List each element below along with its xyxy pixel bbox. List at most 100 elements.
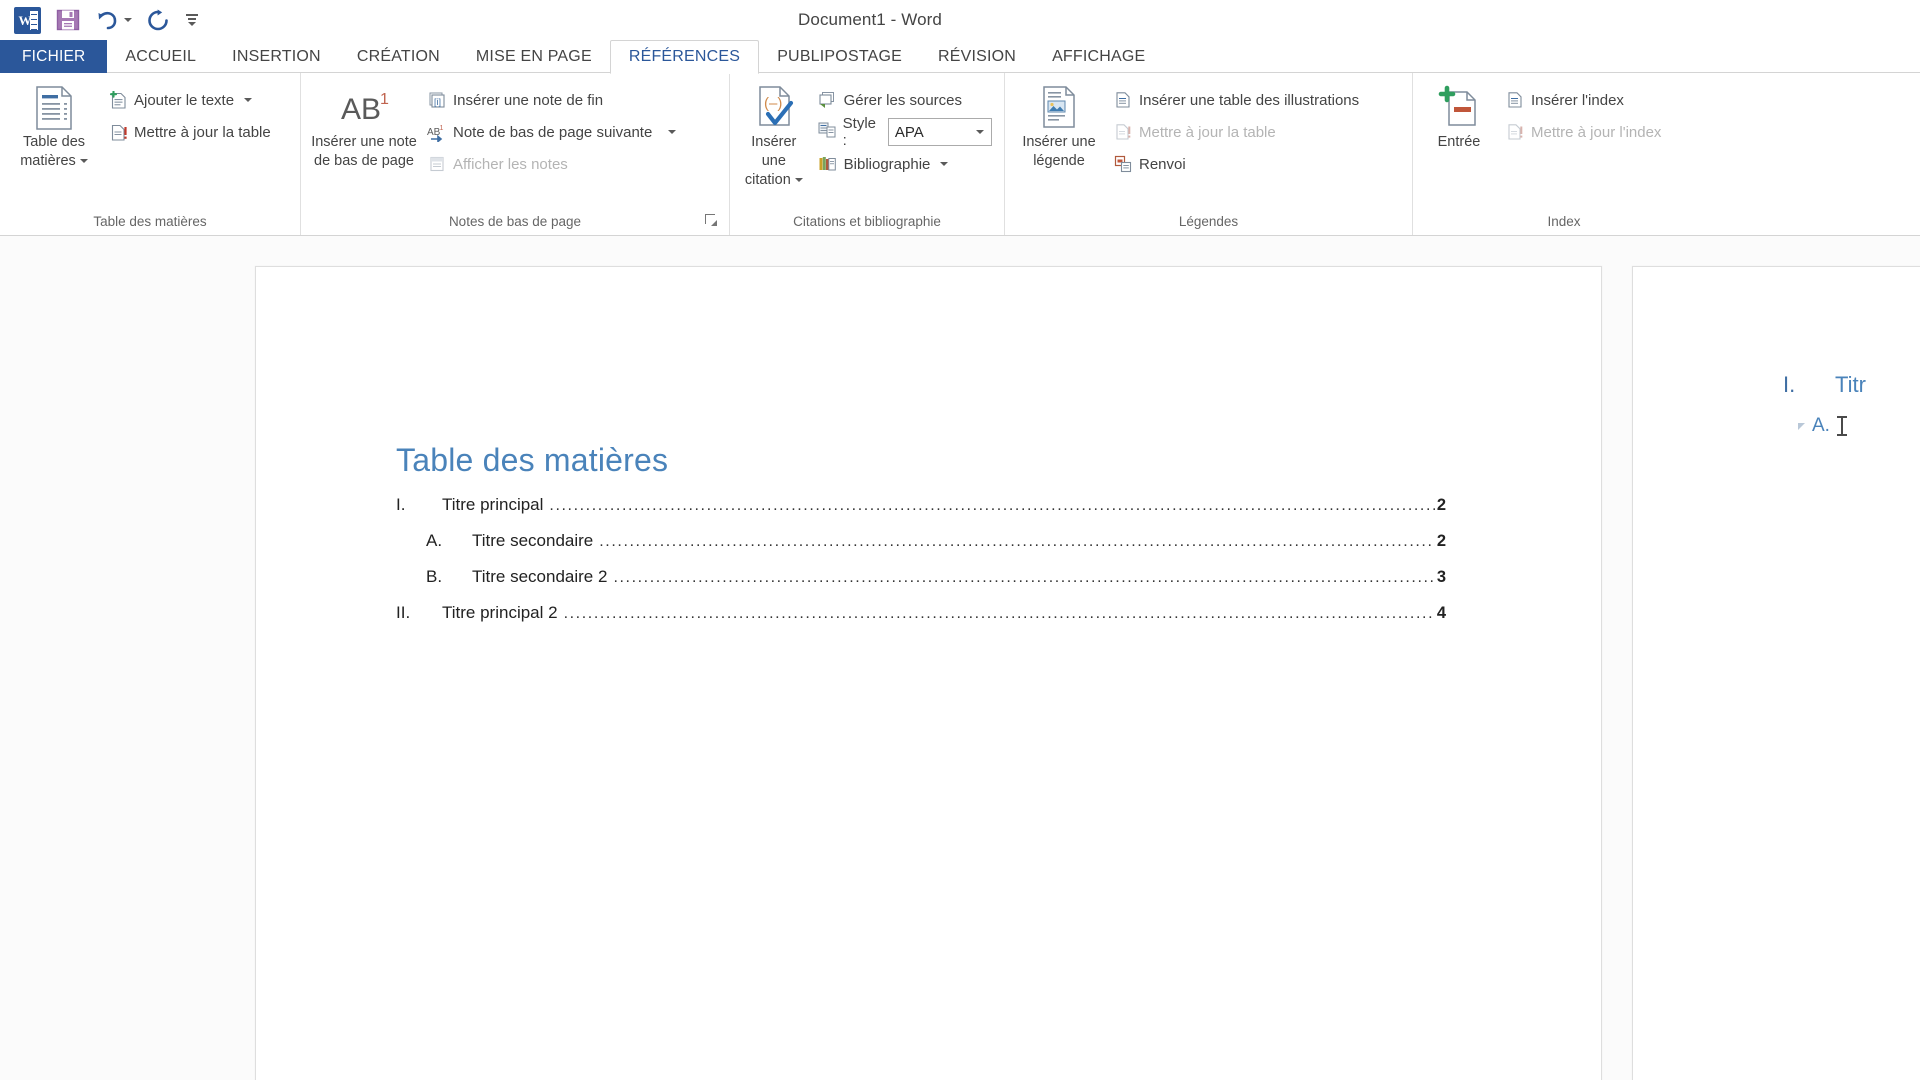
- toc-entry-text: Titre secondaire 2: [472, 567, 608, 586]
- group-label-text: Notes de bas de page: [448, 214, 582, 229]
- footnote-dialog-launcher-icon[interactable]: [705, 214, 717, 226]
- document-canvas[interactable]: Table des matières I. Titre principal ..…: [0, 236, 1920, 1080]
- insert-table-of-figures-button[interactable]: Insérer une table des illustrations: [1107, 84, 1365, 116]
- style-label: Style :: [842, 115, 876, 149]
- tab-mise-en-page[interactable]: MISE EN PAGE: [458, 40, 610, 73]
- footnote-label-line1: Insérer une note: [311, 134, 417, 150]
- mark-entry-icon: [1437, 85, 1481, 131]
- update-figures-table-label: Mettre à jour la table: [1139, 123, 1276, 141]
- toc-entry-text: Titre secondaire: [472, 531, 594, 550]
- insert-index-button[interactable]: Insérer l'index: [1499, 84, 1667, 116]
- table-of-contents-button[interactable]: Table des matières: [6, 81, 102, 171]
- toc-entry-text: Titre principal: [442, 495, 544, 514]
- insert-caption-label: Insérer une légende: [1022, 133, 1095, 171]
- redo-button[interactable]: [146, 5, 170, 35]
- add-text-icon: [108, 90, 128, 110]
- svg-text:AB: AB: [341, 93, 381, 126]
- toc-dot-leader: ........................................…: [599, 533, 1435, 550]
- ribbon-group-legendes: Insérer une légende Insérer une table de…: [1004, 73, 1412, 235]
- page2-heading-1[interactable]: I. Titr: [1783, 372, 1866, 398]
- insert-endnote-button[interactable]: [i] Insérer une note de fin: [421, 84, 682, 116]
- group-label-citations-et-bibliographie: Citations et bibliographie: [793, 214, 941, 229]
- toc-dot-leader: ........................................…: [549, 497, 1434, 514]
- ribbon-group-citations-et-bibliographie: (–) Insérer une citation Gérer les sourc…: [729, 73, 1004, 235]
- toc-entry[interactable]: A. Titre secondaire ....................…: [396, 531, 1446, 551]
- add-text-button[interactable]: Ajouter le texte: [102, 84, 277, 116]
- collapse-triangle-icon[interactable]: [1798, 422, 1805, 430]
- toc-entry[interactable]: I. Titre principal .....................…: [396, 495, 1446, 515]
- show-notes-icon: [427, 154, 447, 174]
- word-logo-page-shape: [30, 10, 38, 30]
- tab-insertion[interactable]: INSERTION: [214, 40, 339, 73]
- toc-entry-number: II.: [396, 603, 411, 622]
- chevron-down-icon[interactable]: [244, 98, 253, 102]
- mark-entry-button[interactable]: Entrée: [1419, 81, 1499, 152]
- citation-commands: Gérer les sources Style: APA Bibliograp…: [812, 81, 998, 180]
- document-page-1[interactable]: Table des matières I. Titre principal ..…: [255, 266, 1602, 1080]
- citation-style-select[interactable]: APA: [887, 118, 992, 146]
- ribbon-group-notes-de-bas-de-page: AB 1 Insérer une note de bas de page [i]…: [300, 73, 729, 235]
- group-label-table-des-matieres: Table des matières: [93, 214, 207, 229]
- manage-sources-button[interactable]: Gérer les sources: [812, 84, 998, 116]
- next-footnote-button[interactable]: AB 1 Note de bas de page suivante: [421, 116, 682, 148]
- bibliography-button[interactable]: Bibliographie: [812, 148, 998, 180]
- chevron-down-icon[interactable]: [976, 130, 984, 134]
- insert-footnote-icon: AB 1: [333, 85, 395, 131]
- tab-accueil[interactable]: ACCUEIL: [107, 40, 214, 73]
- add-text-label: Ajouter le texte: [134, 91, 235, 109]
- toc-entry[interactable]: B. Titre secondaire 2 ..................…: [396, 567, 1446, 587]
- update-table-button[interactable]: Mettre à jour la table: [102, 116, 277, 148]
- ribbon: Table des matières Ajouter le texte Mett…: [0, 73, 1920, 236]
- customize-qat-icon[interactable]: [184, 5, 200, 35]
- title-bar: W Document1 - Word: [0, 0, 1920, 40]
- table-of-contents-label: Table des matières: [20, 133, 88, 171]
- save-icon[interactable]: [55, 5, 81, 35]
- page2-heading-2[interactable]: A.: [1798, 415, 1847, 437]
- svg-text:1: 1: [380, 91, 389, 108]
- insert-citation-icon: (–): [752, 85, 796, 131]
- document-page-2[interactable]: I. Titr A.: [1632, 266, 1920, 1080]
- show-notes-button: Afficher les notes: [421, 148, 682, 180]
- toc-entry-text: Titre principal 2: [442, 603, 558, 622]
- group-label-notes-de-bas-de-page: Notes de bas de page: [307, 209, 723, 235]
- cross-reference-button[interactable]: Renvoi: [1107, 148, 1365, 180]
- footnote-label-line2: de bas de page: [314, 153, 414, 170]
- chevron-down-icon[interactable]: [79, 159, 88, 164]
- chevron-down-icon[interactable]: [940, 162, 949, 166]
- bibliography-icon: [818, 154, 838, 174]
- mark-entry-label: Entrée: [1437, 134, 1481, 150]
- word-logo-icon[interactable]: W: [14, 5, 41, 35]
- undo-dropdown-caret[interactable]: [124, 18, 132, 22]
- tab-creation[interactable]: CRÉATION: [339, 40, 458, 73]
- table-of-contents-list: I. Titre principal .....................…: [396, 495, 1446, 639]
- chevron-down-icon[interactable]: [668, 130, 677, 134]
- ribbon-group-table-des-matieres: Table des matières Ajouter le texte Mett…: [0, 73, 300, 235]
- insert-caption-button[interactable]: Insérer une légende: [1011, 81, 1107, 171]
- undo-button[interactable]: [95, 5, 132, 35]
- toc-dot-leader: ........................................…: [563, 605, 1435, 622]
- chevron-down-icon[interactable]: [794, 178, 803, 183]
- toc-entry[interactable]: II. Titre principal 2 ..................…: [396, 603, 1446, 623]
- citation-style-value: APA: [894, 123, 924, 141]
- toc-heading: Table des matières: [396, 442, 669, 478]
- table-of-contents-icon: [33, 85, 75, 131]
- toc-entry-number: B.: [426, 567, 443, 586]
- update-index-label: Mettre à jour l'index: [1531, 123, 1662, 141]
- insert-citation-label: Insérer une citation: [738, 133, 810, 190]
- tab-affichage[interactable]: AFFICHAGE: [1034, 40, 1163, 73]
- svg-text:(–): (–): [764, 95, 782, 112]
- update-figures-table-button: Mettre à jour la table: [1107, 116, 1365, 148]
- tab-revision[interactable]: RÉVISION: [920, 40, 1034, 73]
- toc-entry-page: 4: [1436, 604, 1446, 622]
- quick-access-toolbar: W: [0, 0, 200, 40]
- insert-endnote-icon: [i]: [427, 90, 447, 110]
- toc-entry-number: I.: [396, 495, 406, 514]
- tab-fichier[interactable]: FICHIER: [0, 40, 108, 73]
- insert-endnote-label: Insérer une note de fin: [453, 91, 604, 109]
- update-table-label: Mettre à jour la table: [134, 123, 271, 141]
- tab-publipostage[interactable]: PUBLIPOSTAGE: [759, 40, 920, 73]
- tab-references[interactable]: RÉFÉRENCES: [609, 40, 760, 74]
- insert-footnote-button[interactable]: AB 1 Insérer une note de bas de page: [307, 81, 421, 171]
- insert-citation-button[interactable]: (–) Insérer une citation: [736, 81, 812, 190]
- index-commands: Insérer l'index Mettre à jour l'index: [1499, 81, 1667, 148]
